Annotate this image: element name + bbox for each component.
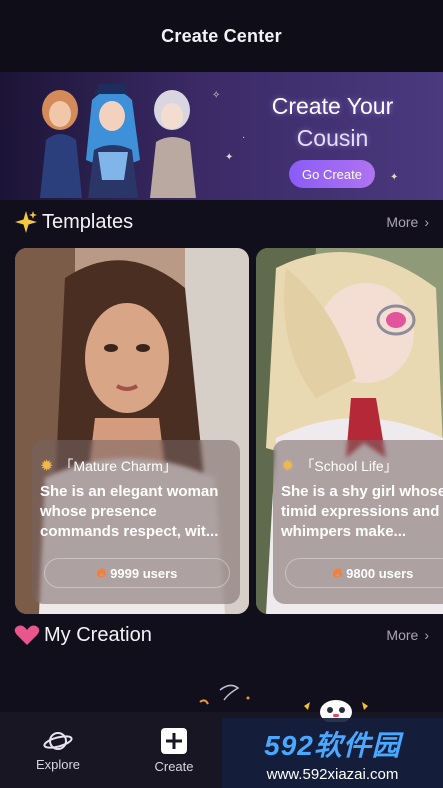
watermark-overlay: 592软件园 www.592xiazai.com — [222, 718, 443, 788]
template-users-badge: 🔥︎ 9800 users — [285, 558, 443, 588]
template-tag: ✹ 「Mature Charm」 — [40, 456, 177, 476]
tab-explore[interactable]: Explore — [8, 712, 108, 788]
templates-section-header: Templates More › — [14, 207, 429, 237]
sun-icon: ✹ — [281, 458, 295, 475]
template-tag-label: 「School Life」 — [300, 458, 398, 474]
app-header: Create Center — [0, 0, 443, 72]
template-users-count: 9999 users — [110, 565, 178, 581]
plus-square-icon — [161, 727, 187, 754]
templates-more-link[interactable]: More › — [386, 214, 429, 230]
sparkle-icon — [15, 211, 37, 233]
fire-icon: 🔥︎ — [96, 565, 107, 580]
sun-icon: ✹ — [40, 458, 54, 475]
my-creation-more-label: More — [386, 627, 419, 643]
fire-icon: 🔥︎ — [332, 565, 343, 580]
template-card-mature-charm[interactable]: ✹ 「Mature Charm」 She is an elegant woman… — [15, 248, 249, 614]
my-creation-more-link[interactable]: More › — [386, 627, 429, 643]
my-creation-section-header: My Creation More › — [14, 620, 429, 650]
banner-headline: Create Your Cousin — [255, 90, 410, 154]
banner-headline-line2: Cousin — [296, 125, 369, 151]
chevron-right-icon: › — [424, 214, 429, 230]
template-info-panel: ✹ 「Mature Charm」 She is an elegant woman… — [32, 440, 240, 604]
empty-state-doodle — [199, 684, 250, 705]
template-info-panel: ✹ 「School Life」 She is a shy girl whose … — [273, 440, 443, 604]
template-users-badge: 🔥︎ 9999 users — [44, 558, 230, 588]
page-title: Create Center — [161, 25, 282, 46]
template-description: She is a shy girl whose timid expression… — [281, 483, 443, 540]
banner-characters-illustration — [40, 84, 196, 198]
templates-more-label: More — [386, 214, 419, 230]
watermark-url: www.592xiazai.com — [266, 765, 399, 783]
tab-create-label: Create — [154, 758, 194, 774]
template-card-school-life[interactable]: ✹ 「School Life」 She is a shy girl whose … — [256, 248, 443, 614]
templates-title: Templates — [42, 210, 134, 233]
tab-explore-label: Explore — [35, 756, 81, 772]
template-description: She is an elegant woman whose presence c… — [40, 483, 219, 540]
template-tag-label: 「Mature Charm」 — [59, 458, 177, 474]
tab-create[interactable]: Create — [124, 712, 224, 788]
banner-headline-line1: Create Your — [271, 93, 394, 119]
chevron-right-icon: › — [424, 627, 429, 643]
my-creation-title: My Creation — [44, 623, 152, 646]
go-create-button[interactable]: Go Create — [289, 160, 375, 188]
planet-icon — [43, 731, 73, 750]
template-users-count: 9800 users — [346, 565, 414, 581]
template-tag: ✹ 「School Life」 — [281, 456, 398, 476]
create-banner[interactable]: ✦ ✧ ✦ · Create Your Cousin Go Create — [0, 72, 443, 200]
heart-icon — [14, 625, 40, 645]
watermark-brand: 592软件园 — [264, 729, 401, 761]
